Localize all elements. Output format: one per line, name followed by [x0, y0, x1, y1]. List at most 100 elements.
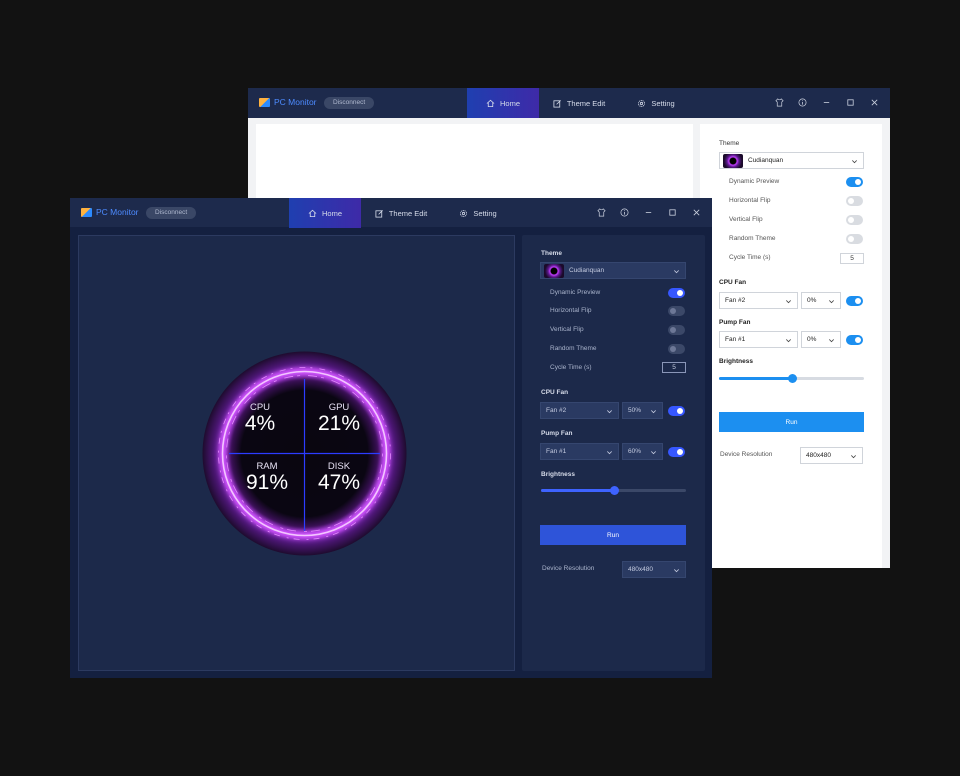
random-theme-toggle[interactable]	[668, 344, 685, 354]
cpu-fan-toggle[interactable]	[846, 296, 863, 306]
theme-select[interactable]: Cudianquan	[719, 152, 864, 169]
pump-fan-label: Pump Fan	[541, 430, 573, 437]
pump-fan-speed-select[interactable]: 0%	[801, 331, 841, 348]
chevron-down-icon	[651, 410, 656, 414]
gauge-ring	[202, 351, 407, 556]
theme-thumbnail	[544, 264, 564, 278]
cpu-fan-speed-select[interactable]: 50%	[622, 402, 663, 419]
device-resolution-select[interactable]: 480x480	[800, 447, 863, 464]
run-button[interactable]: Run	[719, 412, 864, 432]
chevron-down-icon	[851, 455, 856, 459]
preview-canvas: CPU 4% GPU 21% RAM 91% DISK 47%	[78, 235, 515, 671]
pump-fan-label: Pump Fan	[719, 319, 751, 326]
brightness-label: Brightness	[719, 358, 753, 365]
vertical-flip-toggle[interactable]	[846, 215, 863, 225]
app-title: PC Monitor	[96, 207, 139, 217]
tab-home-label: Home	[321, 208, 342, 218]
cpu-fan-select[interactable]: Fan #2	[540, 402, 619, 419]
disk-value: 47%	[317, 471, 361, 494]
gear-icon	[638, 99, 646, 107]
pump-fan-toggle[interactable]	[668, 447, 685, 457]
pump-fan-speed-select[interactable]: 60%	[622, 443, 663, 460]
cycle-time-input[interactable]: 5	[662, 362, 686, 373]
cycle-time-input[interactable]: 5	[840, 253, 864, 264]
pump-fan-speed-value: 60%	[628, 448, 642, 455]
option-label: Random Theme	[550, 345, 597, 352]
pc-monitor-logo-icon	[81, 208, 92, 217]
settings-panel: Theme Cudianquan Dynamic Preview Horizon…	[700, 124, 882, 568]
cpu-fan-select-value: Fan #2	[546, 407, 567, 414]
disconnect-button[interactable]: Disconnect	[324, 97, 375, 109]
info-icon[interactable]	[797, 97, 808, 108]
pump-fan-toggle[interactable]	[846, 335, 863, 345]
theme-thumbnail	[723, 154, 743, 168]
device-resolution-select[interactable]: 480x480	[622, 561, 686, 578]
pump-fan-select[interactable]: Fan #1	[540, 443, 619, 460]
pump-fan-select-value: Fan #1	[725, 336, 746, 343]
chevron-down-icon	[829, 300, 834, 304]
ram-readout: RAM 91%	[232, 461, 302, 494]
brightness-slider[interactable]	[541, 486, 686, 495]
dynamic-preview-toggle[interactable]	[846, 177, 863, 187]
option-label: Vertical Flip	[729, 216, 763, 223]
cpu-fan-speed-value: 0%	[807, 297, 817, 304]
tab-setting-label: Setting	[473, 208, 497, 218]
theme-select[interactable]: Cudianquan	[540, 262, 686, 279]
cpu-fan-speed-select[interactable]: 0%	[801, 292, 841, 309]
option-label: Dynamic Preview	[729, 178, 780, 185]
brightness-label: Brightness	[541, 471, 575, 478]
info-icon[interactable]	[619, 207, 630, 218]
gpu-value: 21%	[317, 412, 361, 435]
cycle-time-label: Cycle Time (s)	[550, 364, 592, 371]
app-title: PC Monitor	[274, 97, 317, 107]
brightness-slider[interactable]	[719, 374, 864, 383]
maximize-icon[interactable]	[845, 97, 856, 108]
option-label: Random Theme	[729, 235, 776, 242]
chevron-down-icon	[786, 300, 791, 304]
dynamic-preview-toggle[interactable]	[668, 288, 685, 298]
gear-icon	[460, 209, 468, 217]
tab-theme-edit[interactable]: Theme Edit	[539, 88, 619, 118]
pump-fan-select[interactable]: Fan #1	[719, 331, 798, 348]
cpu-fan-speed-value: 50%	[628, 407, 642, 414]
cycle-time-label: Cycle Time (s)	[729, 254, 771, 261]
chevron-down-icon	[607, 451, 612, 455]
close-icon[interactable]	[869, 97, 880, 108]
pump-fan-select-value: Fan #1	[546, 448, 567, 455]
horizontal-flip-toggle[interactable]	[668, 306, 685, 316]
maximize-icon[interactable]	[667, 207, 678, 218]
theme-shirt-icon[interactable]	[596, 207, 607, 218]
minimize-icon[interactable]	[821, 97, 832, 108]
cpu-value: 4%	[244, 412, 276, 435]
device-resolution-label: Device Resolution	[720, 451, 773, 458]
tab-setting[interactable]: Setting	[441, 198, 515, 228]
theme-shirt-icon[interactable]	[774, 97, 785, 108]
close-icon[interactable]	[691, 207, 702, 218]
disconnect-button[interactable]: Disconnect	[146, 207, 197, 219]
tab-setting[interactable]: Setting	[619, 88, 693, 118]
brightness-slider-thumb[interactable]	[609, 486, 619, 495]
chevron-down-icon	[829, 339, 834, 343]
theme-select-value: Cudianquan	[569, 267, 605, 274]
edit-icon	[375, 209, 383, 218]
tab-home-label: Home	[499, 98, 520, 108]
option-label: Dynamic Preview	[550, 289, 601, 296]
home-icon	[486, 99, 495, 107]
theme-label: Theme	[719, 140, 740, 147]
tab-home[interactable]: Home	[467, 88, 539, 118]
cpu-fan-select[interactable]: Fan #2	[719, 292, 798, 309]
tab-theme-edit[interactable]: Theme Edit	[361, 198, 441, 228]
cpu-fan-toggle[interactable]	[668, 406, 685, 416]
ram-value: 91%	[245, 471, 289, 494]
tab-home[interactable]: Home	[289, 198, 361, 228]
minimize-icon[interactable]	[643, 207, 654, 218]
chevron-down-icon	[786, 339, 791, 343]
front-window: PC Monitor Disconnect Home Theme Edit Se…	[70, 198, 712, 678]
brightness-slider-thumb[interactable]	[787, 374, 797, 383]
horizontal-flip-toggle[interactable]	[846, 196, 863, 206]
theme-label: Theme	[541, 250, 562, 257]
device-resolution-value: 480x480	[806, 452, 831, 459]
vertical-flip-toggle[interactable]	[668, 325, 685, 335]
random-theme-toggle[interactable]	[846, 234, 863, 244]
run-button[interactable]: Run	[540, 525, 686, 545]
